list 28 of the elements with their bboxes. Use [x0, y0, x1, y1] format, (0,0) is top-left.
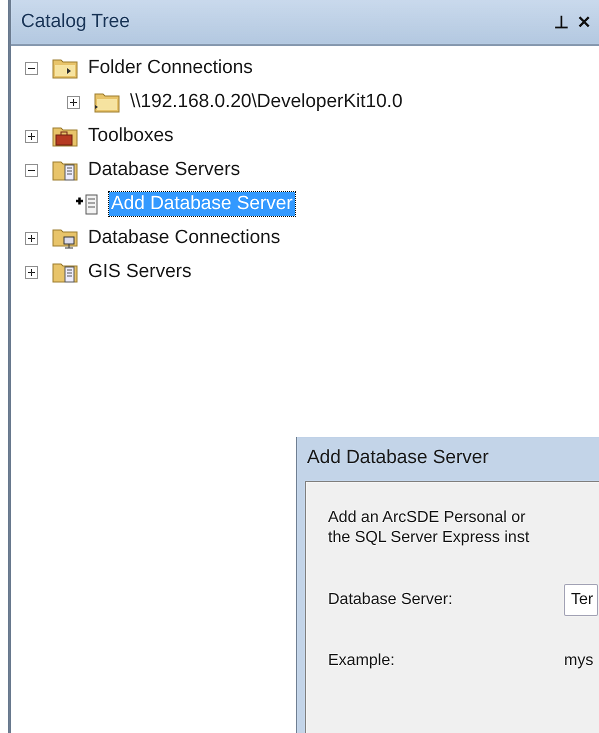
field-label: Example: — [328, 652, 396, 670]
description-text: the SQL Server Express inst — [328, 528, 530, 548]
description-text: Add an ArcSDE Personal or — [328, 508, 526, 528]
expander-icon[interactable] — [25, 62, 38, 74]
server-folder-icon — [52, 159, 78, 181]
connection-folder-icon — [52, 227, 78, 249]
close-button[interactable]: ✕ — [577, 12, 591, 32]
folder-icon — [52, 57, 78, 79]
tree-item[interactable]: Database Servers — [86, 158, 242, 182]
expander-icon[interactable] — [67, 96, 80, 108]
example-text: mys — [564, 652, 594, 670]
expander-icon[interactable] — [25, 164, 38, 176]
dialog-title: Add Database Server — [306, 446, 490, 470]
expander-icon[interactable] — [25, 232, 38, 244]
tree-item[interactable]: \\192.168.0.20\DeveloperKit10.0 — [128, 90, 405, 114]
panel-title: Catalog Tree — [21, 11, 130, 33]
tree-item[interactable]: Toolboxes — [86, 124, 176, 148]
folder-icon — [94, 91, 120, 113]
tree-item[interactable]: Folder Connections — [86, 56, 255, 80]
toolbox-icon — [52, 125, 78, 147]
field-label: Database Server: — [328, 591, 454, 609]
expander-icon[interactable] — [25, 130, 38, 142]
server-folder-icon — [52, 261, 78, 283]
server-input-field[interactable]: Ter — [564, 584, 598, 616]
tree-item[interactable]: Database Connections — [86, 226, 282, 250]
expander-icon[interactable] — [25, 266, 38, 278]
pin-button[interactable]: ⊥ — [554, 12, 569, 32]
tree-item[interactable]: GIS Servers — [86, 260, 194, 284]
